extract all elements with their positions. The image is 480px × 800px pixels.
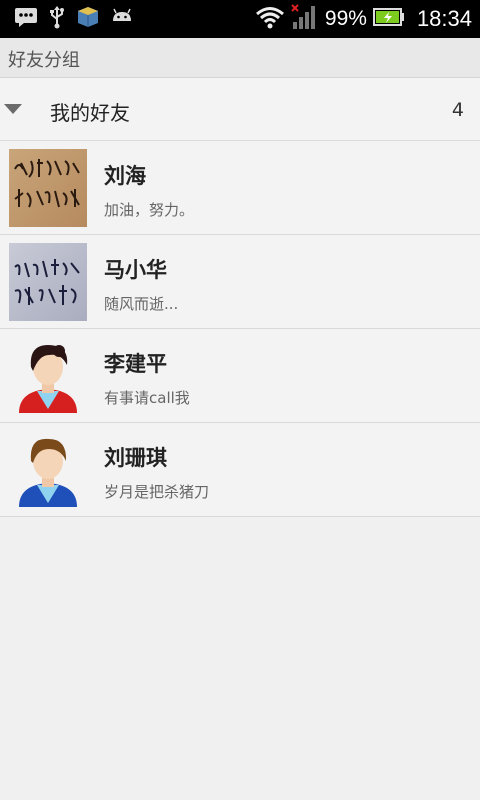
status-bar-notifications <box>14 5 134 33</box>
friend-name: 刘珊琪 <box>104 446 167 470</box>
signal-icon <box>291 4 319 34</box>
usb-icon <box>48 5 66 33</box>
battery-percent: 99% <box>324 7 367 30</box>
friend-signature: 随风而逝... <box>104 295 179 313</box>
clock: 18:34 <box>416 6 472 31</box>
expand-arrow-icon[interactable] <box>4 104 22 114</box>
wifi-icon <box>255 5 285 33</box>
group-header[interactable]: 我的好友 4 <box>0 78 480 141</box>
page-title: 好友分组 <box>8 50 80 71</box>
friend-name: 李建平 <box>104 352 167 376</box>
friend-signature: 岁月是把杀猪刀 <box>104 483 210 501</box>
list-item[interactable]: 刘珊琪 岁月是把杀猪刀 <box>0 423 480 517</box>
female-avatar-icon <box>19 345 77 413</box>
avatar <box>9 243 87 321</box>
title-bar: 好友分组 <box>0 38 480 78</box>
list-item[interactable]: 马小华 随风而逝... <box>0 235 480 329</box>
list-item[interactable]: 李建平 有事请call我 <box>0 329 480 423</box>
handwriting-avatar-2-icon <box>9 243 87 321</box>
status-bar-system: 99% 18:34 <box>255 4 472 34</box>
handwriting-avatar-1-icon <box>9 149 87 227</box>
friend-name: 刘海 <box>104 164 146 188</box>
battery-icon <box>372 7 405 31</box>
status-bar: 99% 18:34 <box>0 0 480 38</box>
group-count: 4 <box>451 99 464 121</box>
android-icon <box>110 7 134 31</box>
friend-list: 刘海 加油，努力。 马小华 随风而逝... 李建平 有事请call我 刘珊琪 岁… <box>0 141 480 517</box>
app-icon <box>76 5 100 33</box>
message-icon <box>14 6 38 32</box>
avatar <box>9 431 87 509</box>
male-avatar-icon <box>19 438 77 507</box>
avatar <box>9 149 87 227</box>
friend-signature: 有事请call我 <box>104 389 190 407</box>
friend-name: 马小华 <box>104 258 167 282</box>
list-item[interactable]: 刘海 加油，努力。 <box>0 141 480 235</box>
avatar <box>9 337 87 415</box>
friend-signature: 加油，努力。 <box>104 201 195 219</box>
group-name: 我的好友 <box>50 101 130 125</box>
